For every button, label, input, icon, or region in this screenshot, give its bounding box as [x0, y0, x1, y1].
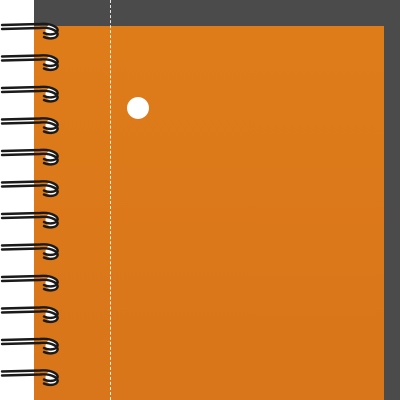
coil-loop: [0, 369, 59, 387]
coil-loop: [0, 148, 59, 166]
spiral-binding: [0, 22, 59, 387]
coil-loop: [0, 243, 59, 261]
punch-hole: [127, 97, 149, 119]
notebook: [0, 0, 400, 400]
perforation-line: [110, 0, 111, 400]
coil-loop: [0, 22, 59, 40]
coil-loop: [0, 274, 59, 292]
coil-loop: [0, 337, 59, 355]
coil-loop: [0, 54, 59, 72]
notebook-front-cover: [34, 26, 384, 400]
coil-loop: [0, 306, 59, 324]
coil-loop: [0, 180, 59, 198]
coil-loop: [0, 117, 59, 135]
coil-loop: [0, 211, 59, 229]
coil-loop: [0, 85, 59, 103]
